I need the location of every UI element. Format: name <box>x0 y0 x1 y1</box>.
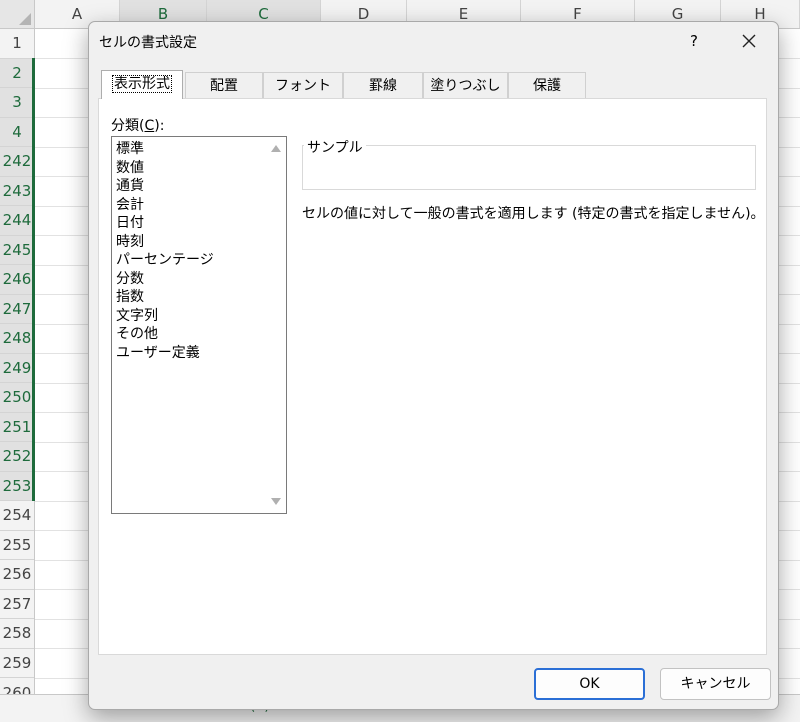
row-header[interactable]: 2 <box>0 58 34 88</box>
ok-button[interactable]: OK <box>534 668 645 700</box>
row-header[interactable]: 256 <box>0 560 34 590</box>
row-header[interactable]: 4 <box>0 117 34 147</box>
tab-border[interactable]: 罫線 <box>343 72 423 98</box>
format-description: セルの値に対して一般の書式を適用します (特定の書式を指定しません)。 <box>302 206 765 222</box>
list-item[interactable]: 日付 <box>116 214 144 232</box>
row-header[interactable]: 1 <box>0 29 34 59</box>
row-header[interactable]: 244 <box>0 206 34 236</box>
sample-label: サンプル <box>304 137 366 157</box>
row-header[interactable]: 253 <box>0 471 34 501</box>
select-all-corner[interactable] <box>0 0 35 29</box>
selection-indicator <box>32 58 35 501</box>
row-header[interactable]: 255 <box>0 531 34 560</box>
select-all-triangle-icon <box>19 13 31 25</box>
list-item[interactable]: 指数 <box>116 288 144 306</box>
scroll-down-arrow-icon[interactable] <box>271 498 281 505</box>
row-header[interactable]: 245 <box>0 235 34 265</box>
list-item[interactable]: 時刻 <box>116 233 144 251</box>
cancel-button[interactable]: キャンセル <box>660 668 771 700</box>
tab-font[interactable]: フォント <box>263 72 343 98</box>
list-item[interactable]: パーセンテージ <box>116 251 214 269</box>
row-header[interactable]: 250 <box>0 383 34 413</box>
row-headers: 1 2 3 4 242 243 244 245 246 247 248 249 … <box>0 29 35 719</box>
row-header[interactable]: 246 <box>0 265 34 295</box>
row-header[interactable]: 259 <box>0 649 34 678</box>
list-item[interactable]: その他 <box>116 325 158 343</box>
list-item[interactable]: 標準 <box>116 140 144 158</box>
tab-protection[interactable]: 保護 <box>508 72 586 98</box>
list-item[interactable]: 文字列 <box>116 307 158 325</box>
tab-number-format[interactable]: 表示形式 <box>101 70 183 99</box>
row-header[interactable]: 3 <box>0 88 34 118</box>
number-format-panel: 分類(C): 標準 数値 通貨 会計 日付 時刻 パーセンテージ 分数 指数 文… <box>98 98 767 655</box>
scroll-up-arrow-icon[interactable] <box>271 145 281 152</box>
list-item[interactable]: 分数 <box>116 270 144 288</box>
row-header[interactable]: 257 <box>0 590 34 619</box>
format-cells-dialog: セルの書式設定 ? 表示形式 配置 フォント 罫線 塗りつぶし 保護 分類(C)… <box>88 21 779 710</box>
list-item[interactable]: 通貨 <box>116 177 144 195</box>
list-item[interactable]: 数値 <box>116 159 144 177</box>
sample-box <box>302 145 756 190</box>
row-header[interactable]: 248 <box>0 324 34 354</box>
tab-fill[interactable]: 塗りつぶし <box>423 72 508 98</box>
close-icon <box>742 34 756 48</box>
list-item[interactable]: ユーザー定義 <box>116 344 200 362</box>
row-header[interactable]: 254 <box>0 501 34 531</box>
help-button[interactable]: ? <box>681 28 707 54</box>
row-header[interactable]: 252 <box>0 442 34 472</box>
row-header[interactable]: 243 <box>0 176 34 206</box>
tab-alignment[interactable]: 配置 <box>185 72 263 98</box>
list-item[interactable]: 会計 <box>116 196 144 214</box>
row-header[interactable]: 258 <box>0 619 34 649</box>
category-label: 分類(C): <box>111 118 165 134</box>
row-header[interactable]: 242 <box>0 147 34 177</box>
close-button[interactable] <box>732 26 766 56</box>
row-header[interactable]: 247 <box>0 294 34 324</box>
row-header[interactable]: 251 <box>0 412 34 442</box>
row-header[interactable]: 249 <box>0 353 34 383</box>
dialog-title: セルの書式設定 <box>99 35 197 51</box>
category-listbox[interactable]: 標準 数値 通貨 会計 日付 時刻 パーセンテージ 分数 指数 文字列 その他 … <box>111 136 287 514</box>
